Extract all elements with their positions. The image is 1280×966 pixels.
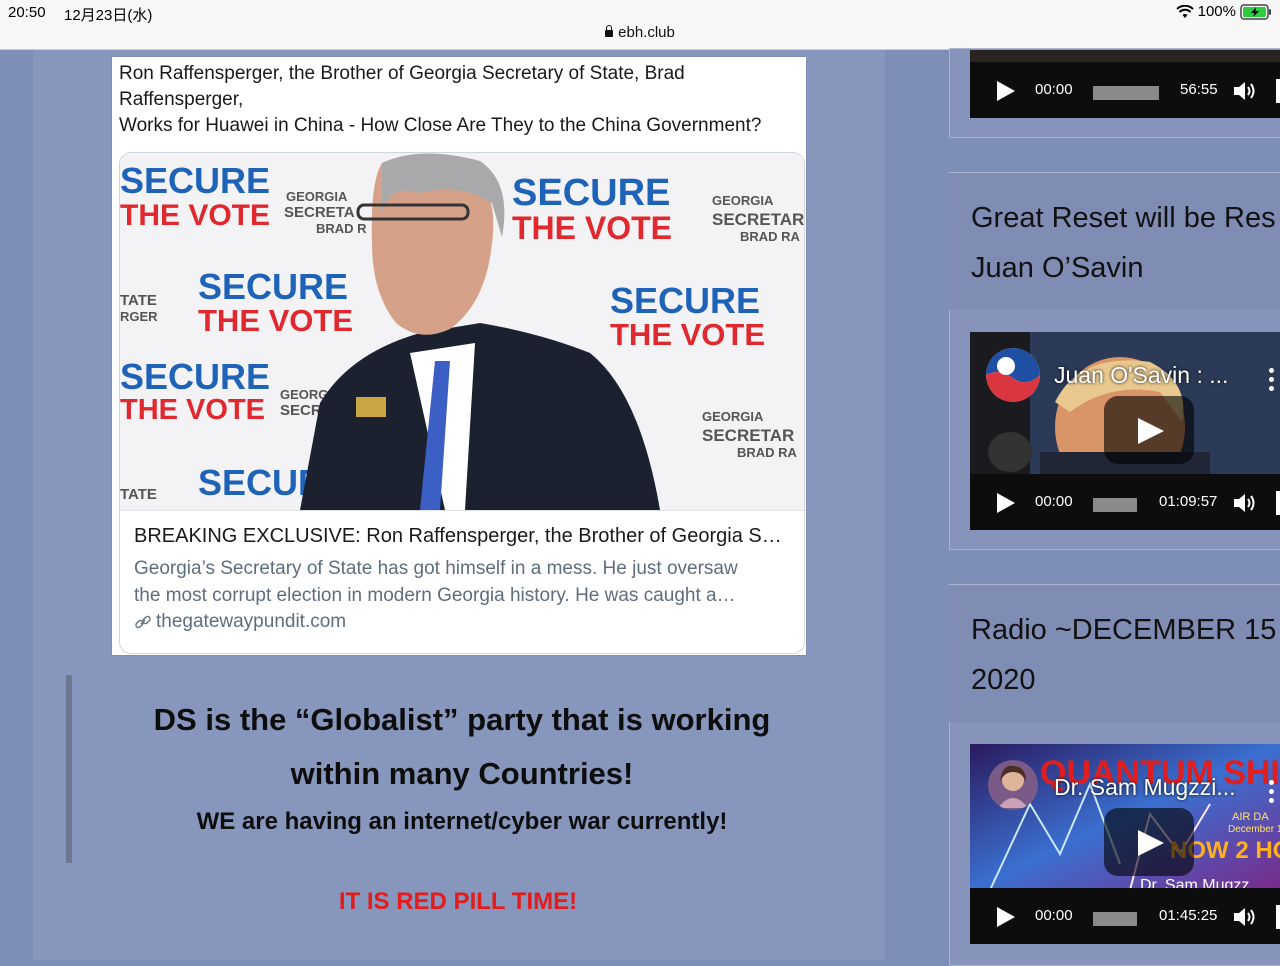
- svg-text:RGER: RGER: [120, 309, 158, 324]
- svg-text:SECRETAR: SECRETAR: [712, 210, 804, 229]
- svg-text:THE VOTE: THE VOTE: [610, 317, 765, 352]
- widget-title[interactable]: Great Reset will be Res: [971, 193, 1276, 243]
- embedded-post[interactable]: Ron Raffensperger, the Brother of Georgi…: [112, 57, 806, 655]
- link-icon: [135, 615, 151, 629]
- svg-text:THE VOTE: THE VOTE: [512, 210, 672, 246]
- video-title[interactable]: Juan O'Savin : ...: [1054, 362, 1228, 389]
- video-embed[interactable]: Juan O'Savin : ...: [970, 332, 1280, 476]
- battery-percent: 100%: [1197, 3, 1236, 20]
- svg-text:BRAD RA: BRAD RA: [737, 445, 798, 460]
- card-image: SECURE THE VOTE SECURE THE VOTE SECURE T…: [120, 153, 804, 510]
- card-description-line: the most corrupt election in modern Geor…: [134, 585, 736, 606]
- svg-text:SECURE: SECURE: [120, 160, 270, 201]
- svg-text:GEORGIA: GEORGIA: [702, 409, 764, 424]
- sidebar: 00:00 56:55 Great Reset will be Res Juan…: [949, 48, 1280, 966]
- volume-icon[interactable]: [1232, 79, 1258, 103]
- card-description: Georgia’s Secretary of State has got him…: [134, 555, 798, 609]
- channel-avatar[interactable]: [988, 760, 1038, 810]
- fullscreen-icon[interactable]: [1276, 491, 1280, 515]
- duration: 01:09:57: [1159, 493, 1218, 510]
- media-player[interactable]: 00:00 01:45:25: [970, 888, 1280, 944]
- card-body: BREAKING EXCLUSIVE: Ron Raffensperger, t…: [120, 510, 804, 653]
- svg-text:SECRETA: SECRETA: [284, 204, 355, 221]
- status-bar: 20:50 12月23日(水) 100% ebh.club: [0, 0, 1280, 50]
- svg-text:BRAD R: BRAD R: [316, 221, 367, 236]
- play-icon[interactable]: [997, 907, 1015, 927]
- red-pill-text: IT IS RED PILL TIME!: [338, 888, 578, 915]
- current-time: 00:00: [1035, 493, 1073, 510]
- svg-text:TATE: TATE: [120, 486, 157, 503]
- video-title[interactable]: Dr. Sam Mugzzi...: [1054, 774, 1235, 801]
- progress-bar[interactable]: [1093, 498, 1137, 512]
- duration: 01:45:25: [1159, 907, 1218, 924]
- volume-icon[interactable]: [1232, 905, 1258, 929]
- widget-title[interactable]: Juan O’Savin: [971, 243, 1144, 293]
- headline-line-2: within many Countries!: [290, 756, 634, 791]
- card-link[interactable]: thegatewaypundit.com: [134, 611, 346, 633]
- status-time: 20:50: [8, 4, 46, 21]
- media-player[interactable]: 00:00 56:55: [970, 62, 1280, 118]
- svg-text:SECR: SECR: [280, 402, 322, 419]
- link-card[interactable]: SECURE THE VOTE SECURE THE VOTE SECURE T…: [119, 152, 805, 654]
- svg-text:GEORG: GEORG: [280, 387, 328, 402]
- current-time: 00:00: [1035, 907, 1073, 924]
- progress-bar[interactable]: [1093, 86, 1159, 100]
- card-description-line: Georgia’s Secretary of State has got him…: [134, 558, 738, 579]
- channel-avatar[interactable]: [986, 348, 1040, 402]
- url-text: ebh.club: [618, 24, 675, 41]
- svg-text:THE VOTE: THE VOTE: [120, 199, 270, 232]
- play-icon[interactable]: [997, 493, 1015, 513]
- svg-text:THE VOTE: THE VOTE: [120, 394, 265, 426]
- post-text-line: Ron Raffensperger, the Brother of Georgi…: [119, 63, 685, 84]
- address-bar[interactable]: ebh.club: [0, 24, 1280, 41]
- svg-text:GEORGIA: GEORGIA: [712, 193, 774, 208]
- status-indicators: 100%: [1175, 3, 1272, 20]
- column-gap: [885, 50, 949, 960]
- more-options-icon[interactable]: [1269, 780, 1274, 807]
- video-embed[interactable]: QUANTUM SHIFT AIR DA December 15 NOW 2 H…: [970, 744, 1280, 890]
- svg-text:December 15: December 15: [1228, 824, 1280, 835]
- press-conference-photo: SECURE THE VOTE SECURE THE VOTE SECURE T…: [120, 153, 804, 510]
- svg-text:SECURE: SECURE: [198, 266, 348, 307]
- big-play-icon[interactable]: [1104, 396, 1194, 464]
- widget-title[interactable]: 2020: [971, 655, 1036, 705]
- subheadline: WE are having an internet/cyber war curr…: [196, 808, 728, 835]
- svg-text:GEORGIA: GEORGIA: [286, 189, 348, 204]
- current-time: 00:00: [1035, 81, 1073, 98]
- widget-title[interactable]: Radio ~DECEMBER 15: [971, 605, 1276, 655]
- svg-text:TATE: TATE: [120, 292, 157, 309]
- wifi-icon: [1175, 4, 1194, 18]
- volume-icon[interactable]: [1232, 491, 1258, 515]
- fullscreen-icon[interactable]: [1276, 79, 1280, 103]
- svg-text:SECURE: SECURE: [512, 172, 670, 214]
- battery-charging-icon: [1240, 3, 1271, 20]
- fullscreen-icon[interactable]: [1276, 905, 1280, 929]
- media-player[interactable]: 00:00 01:09:57: [970, 474, 1280, 530]
- svg-text:SECURE: SECURE: [610, 280, 760, 321]
- headline-line-1: DS is the “Globalist” party that is work…: [153, 702, 771, 737]
- post-text-line: Raffensperger,: [119, 89, 244, 110]
- status-date: 12月23日(水): [64, 7, 153, 24]
- svg-text:BRAD RA: BRAD RA: [740, 229, 801, 244]
- duration: 56:55: [1180, 81, 1218, 98]
- svg-text:THE VOTE: THE VOTE: [198, 303, 353, 338]
- post-text: Ron Raffensperger, the Brother of Georgi…: [119, 61, 809, 139]
- svg-text:SECRETAR: SECRETAR: [702, 426, 794, 445]
- card-title[interactable]: BREAKING EXCLUSIVE: Ron Raffensperger, t…: [134, 525, 782, 548]
- play-icon[interactable]: [997, 81, 1015, 101]
- svg-text:SECURE: SECURE: [120, 356, 270, 397]
- progress-bar[interactable]: [1093, 912, 1137, 926]
- lock-icon: [605, 25, 614, 37]
- more-options-icon[interactable]: [1269, 368, 1274, 395]
- svg-text:AIR DA: AIR DA: [1232, 811, 1269, 823]
- card-domain-text: thegatewaypundit.com: [156, 611, 347, 632]
- big-play-icon[interactable]: [1104, 808, 1194, 876]
- post-text-line: Works for Huawei in China - How Close Ar…: [119, 115, 762, 136]
